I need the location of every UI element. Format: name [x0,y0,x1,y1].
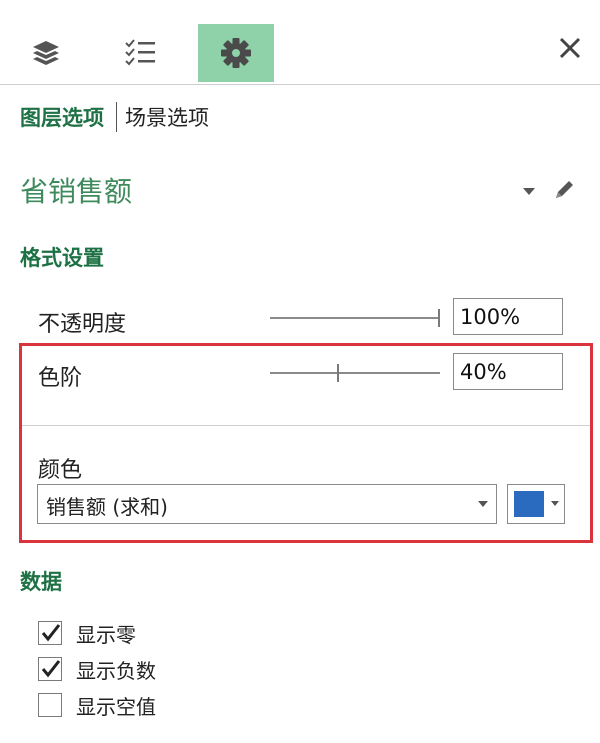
subtab-divider [116,102,117,132]
show-empty-checkbox[interactable]: 显示空值 [38,690,156,720]
rename-layer-button[interactable] [552,178,576,202]
color-field-select[interactable]: 销售额 (求和) [37,484,497,524]
color-swatch [514,491,544,517]
show-zero-checkbox[interactable]: 显示零 [38,618,136,648]
layer-dropdown-icon[interactable] [523,188,535,195]
sub-tab-bar: 图层选项 场景选项 [20,100,219,134]
opacity-input[interactable] [453,298,563,335]
opacity-slider[interactable] [270,308,440,328]
chevron-down-icon [478,501,488,507]
checkmark-icon [41,660,61,678]
tab-layer-options[interactable]: 图层选项 [20,102,114,132]
color-scale-slider-thumb[interactable] [337,364,340,382]
color-field-value: 销售额 (求和) [46,495,168,519]
show-negative-checkbox[interactable]: 显示负数 [38,654,156,684]
tab-field-list[interactable] [103,24,179,82]
checkbox[interactable] [38,693,62,717]
opacity-slider-track [270,317,440,319]
color-label: 颜色 [38,458,83,483]
layer-name[interactable]: 省销售额 [20,170,132,210]
color-scale-slider-track [270,372,440,374]
checkbox-label: 显示负数 [76,658,156,683]
divider [22,425,590,426]
data-section-title: 数据 [20,570,62,594]
pencil-icon [556,181,573,198]
format-settings-title: 格式设置 [20,246,104,270]
checkbox[interactable] [38,657,62,681]
color-scale-label: 色阶 [38,366,83,391]
gear-icon [221,38,251,68]
color-scale-slider[interactable] [270,363,440,383]
color-scale-input[interactable] [453,353,563,390]
tab-layers[interactable] [8,24,84,82]
opacity-label: 不透明度 [38,312,127,337]
layers-icon [33,41,59,65]
checkbox[interactable] [38,621,62,645]
close-icon [559,37,581,59]
opacity-slider-thumb[interactable] [438,309,440,327]
tab-settings[interactable] [198,24,274,82]
close-button[interactable] [556,34,584,62]
color-picker-button[interactable] [507,484,565,524]
chevron-down-icon [551,501,559,506]
tab-scene-options[interactable]: 场景选项 [125,102,219,132]
checkmark-icon [41,624,61,642]
checkbox-label: 显示零 [76,622,136,647]
checkbox-label: 显示空值 [76,694,156,719]
panel-tab-bar [0,0,600,85]
field-list-icon [125,39,155,66]
